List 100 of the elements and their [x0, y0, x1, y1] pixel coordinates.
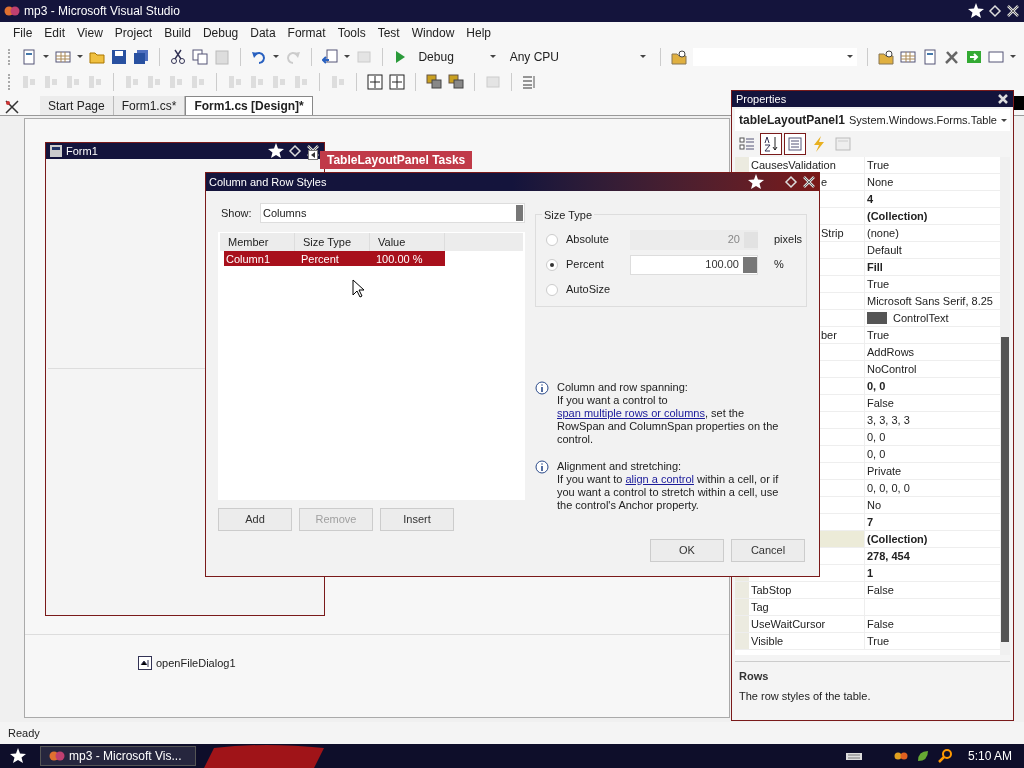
list-cell-text: 100.00 % [375, 252, 424, 266]
radio-label[interactable]: Percent [566, 256, 622, 273]
magnifier-icon[interactable] [937, 749, 952, 763]
info-icon [535, 381, 549, 395]
object-selector[interactable]: tableLayoutPanel1 System.Windows.Forms.Table [735, 109, 1010, 131]
clipboard-icon[interactable] [213, 48, 230, 65]
restore-icon[interactable] [288, 144, 302, 158]
property-name: Tag [751, 600, 769, 614]
property-name: TabStop [751, 583, 792, 597]
close-icon[interactable] [1006, 4, 1020, 18]
leaf-icon[interactable] [915, 749, 930, 763]
star-icon [748, 174, 764, 190]
stack-icon[interactable] [448, 73, 464, 90]
configuration-dropdown[interactable]: Debug [414, 47, 500, 66]
property-value: 3, 3, 3, 3 [867, 413, 910, 427]
caret-icon[interactable] [489, 55, 496, 58]
menu-item[interactable]: Format [281, 24, 332, 42]
property-value: 0, 0 [867, 379, 886, 393]
list-button[interactable]: Insert [380, 508, 454, 531]
app-logo-icon [49, 750, 65, 762]
property-value: (Collection) [867, 209, 928, 223]
caret-icon[interactable] [640, 55, 647, 58]
grid-icon[interactable] [54, 48, 71, 65]
list-icon[interactable] [522, 73, 538, 90]
property-value: ControlText [893, 311, 949, 325]
menu-item[interactable]: Edit [38, 24, 72, 42]
grid-icon[interactable] [899, 48, 916, 65]
document-icon[interactable] [921, 48, 938, 65]
radio-button[interactable] [546, 233, 558, 246]
component-label[interactable]: openFileDialog1 [156, 655, 236, 672]
smart-tag-button[interactable] [308, 150, 318, 160]
property-row[interactable]: TabStop False [735, 582, 1000, 599]
spinner-icon[interactable] [743, 256, 757, 273]
split-icon[interactable] [367, 73, 383, 90]
sort-az-icon[interactable] [760, 133, 782, 155]
menu-item[interactable]: Project [108, 24, 159, 42]
radio-button[interactable] [546, 283, 558, 296]
smart-tag-header[interactable]: TableLayoutPanel Tasks [320, 151, 473, 169]
stack-icon[interactable] [426, 73, 442, 90]
folder-search-icon[interactable] [670, 48, 687, 65]
caret-icon[interactable] [847, 55, 854, 58]
menu-item[interactable]: Tools [331, 24, 372, 42]
menu-item[interactable]: File [7, 24, 39, 42]
restore-icon[interactable] [988, 4, 1002, 18]
floppies-icon[interactable] [132, 48, 149, 65]
floppy-icon[interactable] [110, 48, 127, 65]
ok-button[interactable]: OK [650, 539, 724, 562]
keyboard-icon[interactable] [845, 750, 862, 762]
menu-item[interactable]: Debug [196, 24, 245, 42]
property-value: AddRows [867, 345, 915, 359]
caret-icon[interactable] [1000, 118, 1007, 122]
dropdown-arrow-icon[interactable] [1009, 55, 1016, 58]
cancel-button[interactable]: Cancel [731, 539, 805, 562]
property-row[interactable]: Visible True [735, 633, 1000, 650]
property-name: UseWaitCursor [751, 617, 826, 631]
list-row[interactable]: Column1 Percent 100.00 % [224, 251, 445, 266]
document-tab[interactable]: Form1.cs [Design]* [185, 96, 313, 115]
property-name: e [821, 175, 828, 189]
number-field[interactable]: 100.00 [630, 254, 758, 275]
folder-search-icon[interactable] [877, 48, 894, 65]
arrow-box-icon[interactable] [965, 48, 982, 65]
help-link[interactable]: span multiple rows or columns [557, 407, 705, 419]
property-value: 0, 0 [867, 447, 886, 461]
property-row[interactable]: Tag [735, 599, 1000, 616]
radio-button[interactable] [546, 258, 558, 271]
platform-dropdown[interactable]: Any CPU [505, 47, 651, 66]
navigate-icon[interactable] [321, 48, 338, 65]
document-tab[interactable]: Start Page [40, 96, 114, 115]
menu-item[interactable]: Build [158, 24, 197, 42]
description-text: The row styles of the table. [739, 688, 872, 704]
document-tab[interactable]: Form1.cs* [113, 96, 186, 115]
scissors-icon[interactable] [169, 48, 186, 65]
scrollbar[interactable] [1000, 157, 1010, 655]
property-value: False [867, 583, 894, 597]
help-link[interactable]: align a control [625, 473, 694, 485]
dropdown-arrow-icon[interactable] [343, 55, 350, 58]
menu-item[interactable]: Data [244, 24, 282, 42]
show-dropdown[interactable]: Columns [260, 203, 525, 223]
copy-icon[interactable] [191, 48, 208, 65]
menu-item[interactable]: Test [371, 24, 406, 42]
radio-label[interactable]: AutoSize [566, 281, 622, 298]
property-list-icon[interactable] [784, 133, 806, 155]
menu-item[interactable]: View [71, 24, 109, 42]
dropdown-arrow-icon[interactable] [272, 55, 279, 58]
clock: 5:10 AM [966, 748, 1013, 765]
list-cell-text: Column1 [225, 252, 272, 266]
menu-item[interactable]: Window [405, 24, 461, 42]
property-row[interactable]: UseWaitCursor False [735, 616, 1000, 633]
menu-item[interactable]: Help [460, 24, 498, 42]
split-icon[interactable] [389, 73, 405, 90]
list-button[interactable]: Add [218, 508, 292, 531]
restore-icon[interactable] [784, 175, 798, 189]
document-icon[interactable] [20, 48, 37, 65]
dropdown-arrow-icon[interactable] [76, 55, 83, 58]
property-value: 1 [867, 566, 874, 580]
radio-label[interactable]: Absolute [566, 231, 622, 248]
property-value: No [867, 498, 882, 512]
taskbar-button[interactable]: mp3 - Microsoft Vis... [40, 746, 196, 766]
dropdown-arrow-icon[interactable] [42, 55, 49, 58]
close-icon[interactable] [802, 175, 816, 189]
